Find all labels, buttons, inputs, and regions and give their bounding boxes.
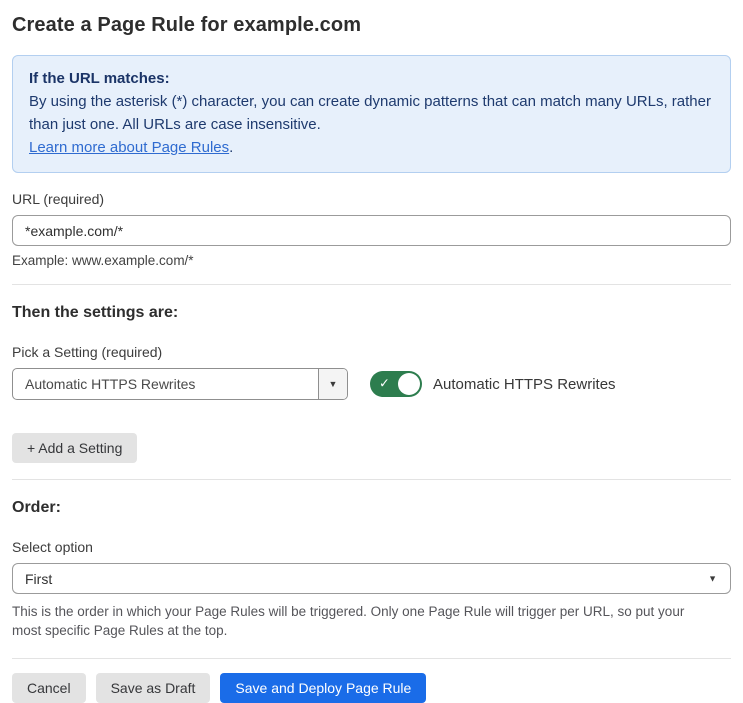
url-input[interactable] <box>12 215 731 246</box>
section-divider <box>12 284 731 285</box>
order-select[interactable]: First ▼ <box>12 563 731 594</box>
info-box-body: By using the asterisk (*) character, you… <box>29 93 711 133</box>
order-select-value: First <box>25 570 53 587</box>
setting-dropdown-caret-button[interactable]: ▼ <box>318 369 347 399</box>
section-divider <box>12 658 731 659</box>
url-match-info-box: If the URL matches: By using the asteris… <box>12 55 731 173</box>
url-label: URL (required) <box>12 191 105 207</box>
save-and-deploy-button[interactable]: Save and Deploy Page Rule <box>220 673 427 703</box>
url-example-helper: Example: www.example.com/* <box>12 253 194 268</box>
settings-section-heading: Then the settings are: <box>12 304 179 321</box>
info-link-line: Learn more about Page Rules. <box>29 136 714 159</box>
check-icon: ✓ <box>379 375 390 391</box>
info-box-heading: If the URL matches: <box>29 70 170 87</box>
toggle-knob <box>398 373 420 395</box>
setting-dropdown[interactable]: Automatic HTTPS Rewrites ▼ <box>12 368 348 400</box>
select-option-label: Select option <box>12 539 93 555</box>
learn-more-link[interactable]: Learn more about Page Rules <box>29 139 229 156</box>
create-page-rule-panel: Create a Page Rule for example.com If th… <box>12 14 731 703</box>
link-suffix-text: . <box>229 139 234 156</box>
pick-setting-label: Pick a Setting (required) <box>12 344 163 360</box>
https-rewrites-toggle[interactable]: ✓ <box>370 371 422 397</box>
url-field-group: URL (required) Example: www.example.com/… <box>12 191 731 268</box>
order-section-heading: Order: <box>12 499 61 516</box>
section-divider <box>12 479 731 480</box>
footer-actions: Cancel Save as Draft Save and Deploy Pag… <box>12 673 731 703</box>
save-as-draft-button[interactable]: Save as Draft <box>95 673 211 703</box>
page-title: Create a Page Rule for example.com <box>12 14 362 36</box>
setting-row: Automatic HTTPS Rewrites ▼ ✓ Automatic H… <box>12 368 731 400</box>
chevron-down-icon: ▼ <box>328 378 338 389</box>
add-setting-button[interactable]: + Add a Setting <box>12 433 138 463</box>
setting-dropdown-value: Automatic HTTPS Rewrites <box>25 376 196 392</box>
cancel-button[interactable]: Cancel <box>12 673 86 703</box>
chevron-down-icon: ▼ <box>708 573 717 583</box>
toggle-label: Automatic HTTPS Rewrites <box>433 375 616 393</box>
order-helper-text: This is the order in which your Page Rul… <box>12 604 685 638</box>
